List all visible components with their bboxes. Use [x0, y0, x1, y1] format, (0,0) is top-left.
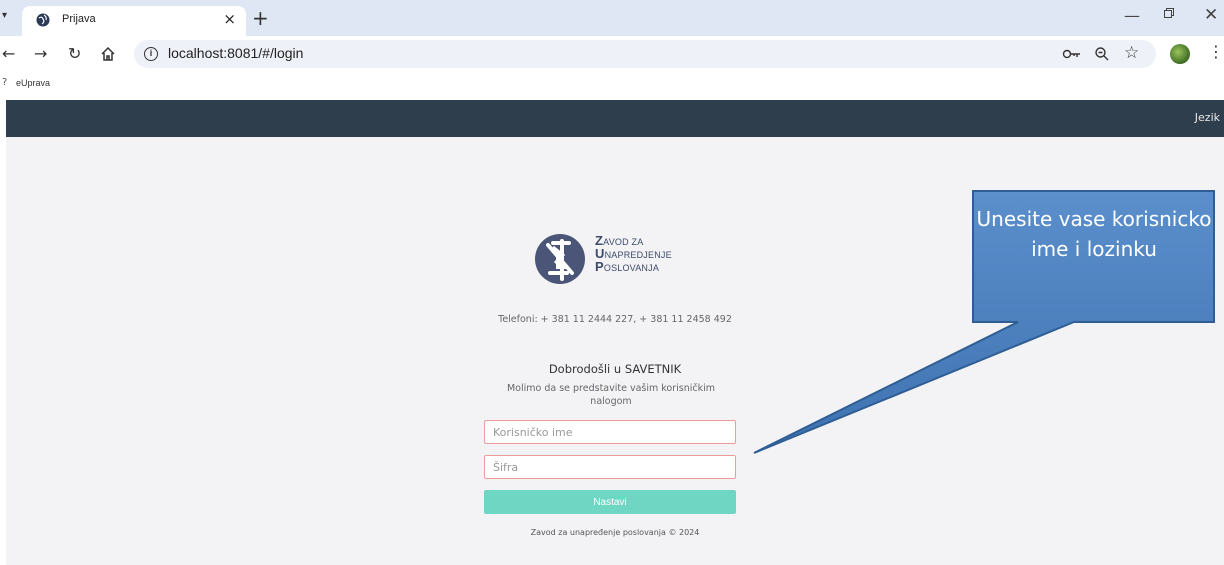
globe-icon — [36, 13, 50, 27]
restore-icon[interactable] — [1164, 8, 1174, 18]
password-key-icon[interactable] — [1062, 48, 1082, 60]
language-menu[interactable]: Jezik — [1195, 111, 1220, 124]
footer-copyright: Zavod za unapređenje poslovanja © 2024 — [530, 528, 700, 537]
welcome-heading: Dobrodošli u SAVETNIK — [548, 362, 682, 376]
password-input[interactable] — [484, 455, 736, 479]
zup-emblem-icon — [535, 234, 585, 284]
logo-wordmark: ZAVOD ZA UNAPREDJENJE POSLOVANJA — [595, 233, 672, 274]
browser-toolbar: ← → ↻ i localhost:8081/#/login ☆ ⋮ — [0, 36, 1224, 72]
callout-text: Unesite vase korisnicko ime i lozinku — [976, 207, 1212, 261]
tab-title: Prijava — [62, 13, 96, 25]
home-icon[interactable] — [100, 46, 116, 62]
top-navbar: Jezik — [6, 100, 1224, 137]
profile-avatar[interactable] — [1170, 44, 1190, 64]
back-icon[interactable]: ← — [2, 44, 15, 63]
url-text[interactable]: localhost:8081/#/login — [168, 45, 303, 61]
tab-list-icon[interactable]: ▾ — [2, 10, 7, 21]
address-bar[interactable]: i localhost:8081/#/login ☆ — [134, 40, 1156, 68]
login-page: Jezik ZAVOD ZA UNAPREDJENJE POSLOVANJA T… — [6, 100, 1224, 565]
bookmark-icon: ? — [2, 77, 8, 88]
tab-close-icon[interactable]: × — [223, 10, 236, 28]
star-icon[interactable]: ☆ — [1124, 43, 1139, 63]
reload-icon[interactable]: ↻ — [68, 44, 81, 63]
browser-tab[interactable]: Prijava × — [22, 6, 246, 36]
forward-icon[interactable]: → — [34, 44, 47, 63]
browser-tabstrip: ▾ Prijava × + — ✕ — [0, 0, 1224, 36]
bookmarks-bar: ? eUprava — [0, 72, 1224, 96]
menu-icon[interactable]: ⋮ — [1208, 42, 1224, 61]
continue-button[interactable]: Nastavi — [484, 490, 736, 514]
new-tab-button[interactable]: + — [252, 6, 269, 30]
login-subtitle: Molimo da se predstavite vašim korisničk… — [506, 383, 716, 407]
bookmark-euprava[interactable]: eUprava — [16, 78, 50, 88]
minimize-button[interactable]: — — [1124, 6, 1140, 25]
contact-phones: Telefoni: + 381 11 2444 227, + 381 11 24… — [498, 314, 732, 325]
username-input[interactable] — [484, 420, 736, 444]
info-icon[interactable]: i — [144, 47, 158, 61]
zup-logo: ZAVOD ZA UNAPREDJENJE POSLOVANJA — [531, 233, 711, 285]
close-window-button[interactable]: ✕ — [1204, 5, 1218, 25]
zoom-icon[interactable] — [1094, 46, 1110, 62]
